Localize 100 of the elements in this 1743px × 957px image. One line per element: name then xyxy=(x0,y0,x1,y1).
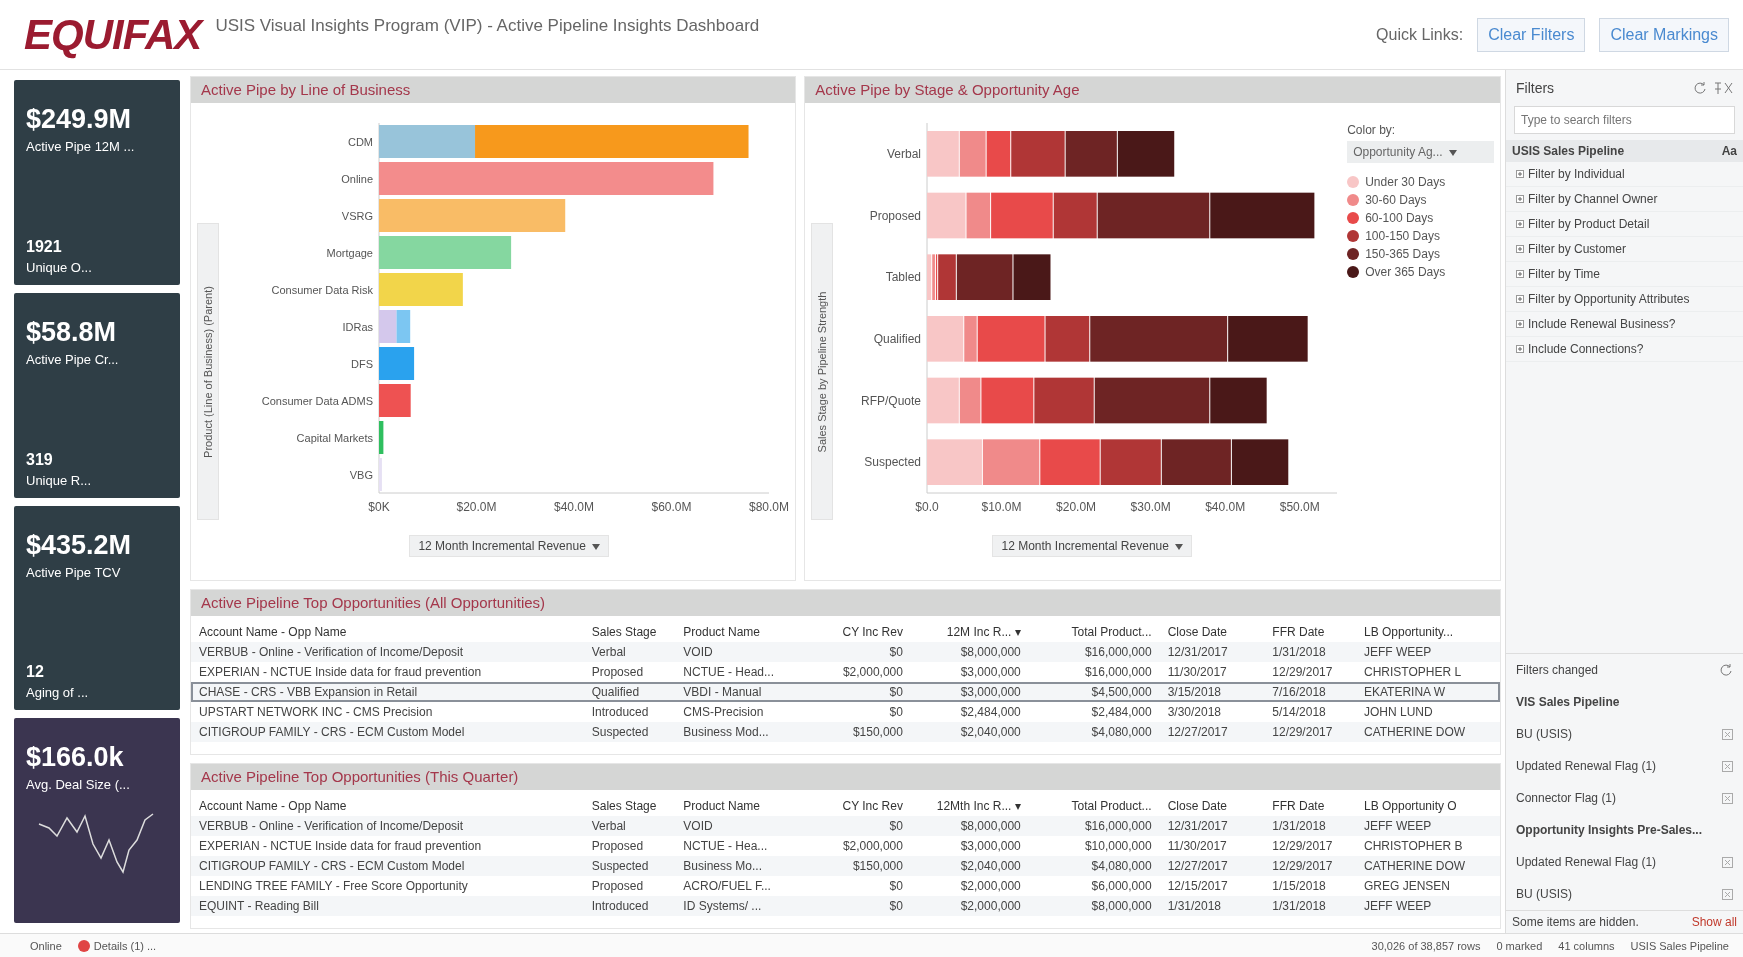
table-cell: $16,000,000 xyxy=(1028,642,1160,662)
table-cell: ID Systems/ ... xyxy=(675,896,807,916)
column-header[interactable]: CY Inc Rev xyxy=(806,796,911,816)
table-cell: EXPERIAN - NCTUE Inside data for fraud prevention xyxy=(191,662,584,682)
table-cell: 1/31/2018 xyxy=(1264,642,1356,662)
table-cell: 11/30/2017 xyxy=(1159,662,1265,682)
table-row[interactable]: CHASE - CRS - VBB Expansion in Retail Qualified VBDI - Manual $0 $3,000,000 $4,500,000 3/15/2018 7/16/2018 EKATERINA W xyxy=(191,682,1500,702)
table-cell: CMS-Precision xyxy=(675,702,807,722)
table-cell: 11/30/2017 xyxy=(1159,836,1265,856)
table-cell: 3/15/2018 xyxy=(1159,682,1265,702)
column-header[interactable]: Total Product... xyxy=(1028,622,1160,642)
filter-item[interactable]: Filter by Channel Owner xyxy=(1506,187,1743,212)
table-cell: EXPERIAN - NCTUE Inside data for fraud prevention xyxy=(191,836,584,856)
axis-tick-label: $20.0M xyxy=(456,500,497,514)
filter-group-label: USIS Sales Pipeline xyxy=(1512,144,1625,158)
filter-group-icon[interactable]: Aa xyxy=(1721,144,1737,158)
table-cell: Suspected xyxy=(583,722,676,742)
table-row[interactable]: CITIGROUP FAMILY - CRS - ECM Custom Model Suspected Business Mod... $150,000 $2,040,000 $4,080,000 12/27/2017 12/29/2017 CATHERINE DOW xyxy=(191,722,1500,742)
filter-in-use-label: Opportunity Insights Pre-Sales... xyxy=(1516,823,1703,837)
color-by-dropdown[interactable]: Opportunity Ag... xyxy=(1347,141,1494,163)
panel-title: Filters changed xyxy=(1516,663,1599,677)
table-row[interactable]: CITIGROUP FAMILY - CRS - ECM Custom Model Suspected Business Mo... $150,000 $2,040,000 $4,080,000 12/27/2017 12/29/2017 CATHERINE DOW xyxy=(191,856,1500,876)
table-cell: Business Mo... xyxy=(675,856,807,876)
table-row[interactable]: VERBUB - Online - Verification of Income/Deposit Verbal VOID $0 $8,000,000 $16,000,000 12/31/2017 1/31/2018 JEFF WEEP xyxy=(191,816,1500,836)
table-cell: $8,000,000 xyxy=(910,816,1029,836)
filter-in-use-label: Connector Flag (1) xyxy=(1516,791,1617,805)
axis-category-label: Qualified xyxy=(873,331,922,346)
table-cell: $150,000 xyxy=(806,722,911,742)
column-header[interactable]: Product Name xyxy=(675,796,807,816)
column-header[interactable]: 12Mth Inc R... ▾ xyxy=(910,796,1029,816)
table-row[interactable]: UPSTART NETWORK INC - CMS Precision Introduced CMS-Precision $0 $2,484,000 $2,484,000 3/30/2018 5/14/2018 JOHN LUND xyxy=(191,702,1500,722)
axis-category-label: CDM xyxy=(348,135,374,148)
table-cell: $3,000,000 xyxy=(910,682,1029,702)
kpi-sub-value: 1921 xyxy=(26,237,63,256)
axis-category-label: Consumer Data Risk xyxy=(271,283,374,296)
table-cell: JEFF WEEP xyxy=(1355,642,1500,662)
table-cell: $8,000,000 xyxy=(910,642,1029,662)
table-row[interactable]: EXPERIAN - NCTUE Inside data for fraud prevention Proposed NCTUE - Hea... $2,000,000 $3,000,000 $10,000,000 11/30/2017 12/29/2017 CHRISTOPHER B xyxy=(191,836,1500,856)
filter-group-header[interactable]: USIS Sales Pipeline Aa xyxy=(1506,140,1743,162)
filter-item[interactable]: Filter by Customer xyxy=(1506,237,1743,262)
legend-title: Color by: xyxy=(1347,123,1397,137)
column-header[interactable]: LB Opportunity O xyxy=(1355,796,1500,816)
kpi-value: $166.0k xyxy=(26,742,125,774)
table-cell: 7/16/2018 xyxy=(1264,682,1356,702)
filter-item[interactable]: Include Connections? xyxy=(1506,337,1743,362)
column-header[interactable]: 12M Inc R... ▾ xyxy=(910,622,1029,642)
table-cell: $0 xyxy=(806,642,911,662)
panel-title: Active Pipe by Stage & Opportunity Age xyxy=(805,77,1500,103)
table-cell: $6,000,000 xyxy=(1028,876,1160,896)
column-header[interactable]: FFR Date xyxy=(1264,796,1356,816)
filter-item[interactable]: Filter by Opportunity Attributes xyxy=(1506,287,1743,312)
table-row[interactable]: VERBUB - Online - Verification of Income/Deposit Verbal VOID $0 $8,000,000 $16,000,000 12/31/2017 1/31/2018 JEFF WEEP xyxy=(191,642,1500,662)
table-cell: VBDI - Manual xyxy=(675,682,807,702)
column-header[interactable]: Close Date xyxy=(1159,622,1265,642)
filter-item[interactable]: Filter by Time xyxy=(1506,262,1743,287)
table-cell: 5/14/2018 xyxy=(1264,702,1356,722)
table-cell: CITIGROUP FAMILY - CRS - ECM Custom Model xyxy=(191,722,584,742)
table-cell: VERBUB - Online - Verification of Income/Deposit xyxy=(191,816,584,836)
axis-category-label: Consumer Data ADMS xyxy=(261,394,374,407)
table-cell: $0 xyxy=(806,816,911,836)
axis-category-label: VBG xyxy=(349,468,374,481)
show-all-link[interactable]: Show all xyxy=(1691,915,1737,929)
axis-selector[interactable]: 12 Month Incremental Revenue xyxy=(409,535,609,557)
table-cell: 12/27/2017 xyxy=(1159,722,1265,742)
axis-selector[interactable]: Sales Stage by Pipeline Strength xyxy=(811,223,834,520)
legend-label: 150-365 Days xyxy=(1365,247,1440,261)
filter-in-use-label: Updated Renewal Flag (1) xyxy=(1516,855,1657,869)
column-header[interactable]: Sales Stage xyxy=(583,796,676,816)
status-details[interactable]: Details (1) ... xyxy=(93,939,1356,952)
table-cell: Introduced xyxy=(583,896,676,916)
table-row[interactable]: EQUINT - Reading Bill Introduced ID Systems/ ... $0 $2,000,000 $8,000,000 1/31/2018 1/31/2018 JEFF WEEP xyxy=(191,896,1500,916)
table-cell: $2,484,000 xyxy=(1028,702,1160,722)
axis-selector[interactable]: Product (Line of Business) (Parent) xyxy=(197,223,219,520)
filter-item[interactable]: Filter by Product Detail xyxy=(1506,212,1743,237)
table-row[interactable]: EXPERIAN - NCTUE Inside data for fraud prevention Proposed NCTUE - Head... $2,000,000 $3,000,000 $16,000,000 11/30/2017 12/29/2017 CHRISTOPHER L xyxy=(191,662,1500,682)
logo: EQUIFAX xyxy=(24,10,202,59)
filter-item[interactable]: Include Renewal Business? xyxy=(1506,312,1743,337)
table-cell: $2,000,000 xyxy=(806,836,911,856)
axis-selector[interactable]: 12 Month Incremental Revenue xyxy=(992,535,1192,557)
column-header[interactable]: Product Name xyxy=(675,622,807,642)
table-cell: $8,000,000 xyxy=(1028,896,1160,916)
search-field[interactable]: Type to search filters xyxy=(1514,106,1735,134)
panel-title: Active Pipe by Line of Business xyxy=(191,77,796,103)
table-cell: Verbal xyxy=(583,642,676,662)
table-cell: ACRO/FUEL F... xyxy=(675,876,807,896)
column-header[interactable]: CY Inc Rev xyxy=(806,622,911,642)
column-header[interactable]: Sales Stage xyxy=(583,622,676,642)
column-header[interactable]: Total Product... xyxy=(1028,796,1160,816)
column-header[interactable]: Account Name - Opp Name xyxy=(191,622,584,642)
column-header[interactable]: LB Opportunity... xyxy=(1355,622,1500,642)
table-row[interactable]: LENDING TREE FAMILY - Free Score Opportunity Proposed ACRO/FUEL F... $0 $2,000,000 $6,000,000 12/15/2017 1/15/2018 GREG JENSEN xyxy=(191,876,1500,896)
column-header[interactable]: Close Date xyxy=(1159,796,1265,816)
column-header[interactable]: FFR Date xyxy=(1264,622,1356,642)
axis-tick-label: $0K xyxy=(368,500,390,514)
filter-item[interactable]: Filter by Individual xyxy=(1506,162,1743,187)
column-header[interactable]: Account Name - Opp Name xyxy=(191,796,584,816)
table-cell: Suspected xyxy=(583,856,676,876)
table-cell: CITIGROUP FAMILY - CRS - ECM Custom Model xyxy=(191,856,584,876)
axis-tick-label: $30.0M xyxy=(1130,500,1171,514)
kpi-sub-value: 12 xyxy=(26,663,45,682)
